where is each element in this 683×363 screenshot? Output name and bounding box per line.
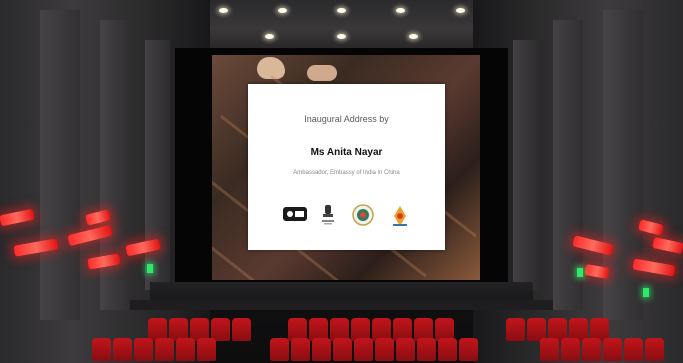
theater-seat (561, 338, 580, 361)
wall-panel (553, 20, 583, 310)
lion-emblem-logo (283, 207, 307, 221)
ceiling-light (409, 34, 419, 39)
ceiling-light (277, 8, 287, 13)
logo-strip (282, 204, 412, 228)
stage-edge (130, 300, 553, 310)
theater-seat (270, 338, 289, 361)
wall-panel (603, 10, 643, 320)
theater-seat (113, 338, 132, 361)
ceiling-light (337, 8, 346, 13)
festival-logo (393, 206, 407, 226)
weaver-hand (307, 65, 337, 81)
theater-seat (232, 318, 251, 341)
theater-seat (312, 338, 331, 361)
wall-panel (145, 40, 170, 290)
exit-light (643, 288, 649, 297)
theater-seat (333, 338, 352, 361)
ceiling-light (218, 8, 228, 13)
speaker-role: Ambassador, Embassy of India in China (293, 170, 400, 176)
ceiling-light (455, 8, 465, 13)
theater-seat (540, 338, 559, 361)
theater-scene: Inaugural Address by Ms Anita Nayar Amba… (0, 0, 683, 363)
theater-seat (375, 338, 394, 361)
speaker-name: Ms Anita Nayar (310, 147, 383, 158)
theater-seat (291, 338, 310, 361)
ceiling-light (396, 8, 406, 13)
ceiling-light (264, 34, 274, 39)
theater-seat (603, 338, 622, 361)
theater-seat (645, 338, 664, 361)
theater-seat (354, 338, 373, 361)
theater-seat (396, 338, 415, 361)
wall-panel (40, 10, 80, 320)
theater-seat (176, 338, 195, 361)
state-emblem-logo (322, 205, 334, 225)
presentation-slide: Inaugural Address by Ms Anita Nayar Amba… (248, 84, 445, 250)
theater-seat (624, 338, 643, 361)
theater-seat (459, 338, 478, 361)
exit-light (147, 264, 153, 273)
theater-seat (197, 338, 216, 361)
theater-seat (155, 338, 174, 361)
wall-panel (513, 40, 538, 290)
theater-seat (92, 338, 111, 361)
exit-light (577, 268, 583, 277)
slide-heading: Inaugural Address by (304, 114, 389, 124)
theater-seat (506, 318, 525, 341)
theater-seat (417, 338, 436, 361)
theater-seat (438, 338, 457, 361)
ceiling-light (336, 34, 346, 39)
theater-seat (134, 338, 153, 361)
theater-seat (582, 338, 601, 361)
seal-logo (352, 204, 374, 226)
